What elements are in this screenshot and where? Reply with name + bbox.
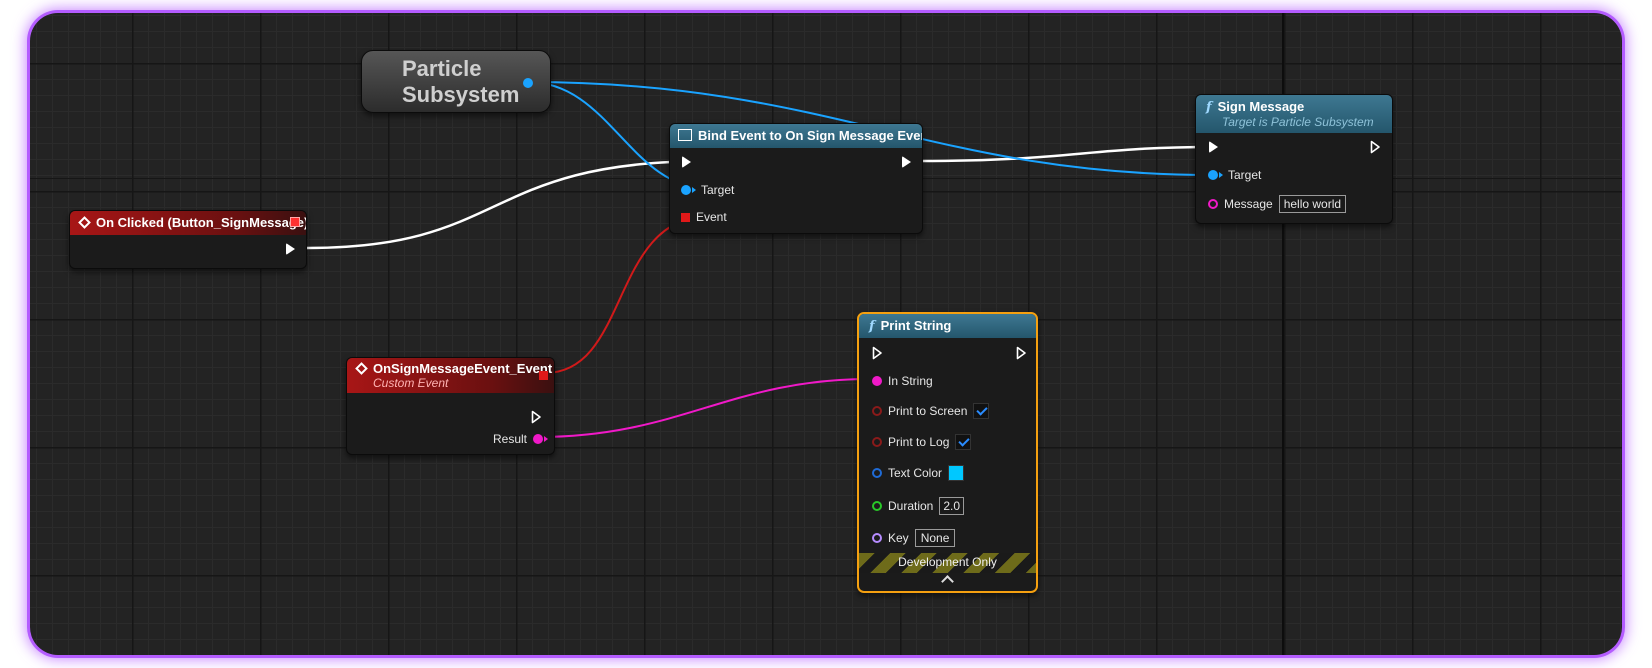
function-f-icon: f	[1206, 100, 1212, 115]
print-exec-in-pin[interactable]	[872, 346, 884, 360]
custom-event-result-pin[interactable]	[533, 434, 544, 444]
print-exec-out-pin[interactable]	[1016, 346, 1028, 360]
sign-message-title: Sign Message	[1217, 99, 1305, 114]
sign-message-label: Message	[1224, 197, 1273, 211]
duration-label: Duration	[888, 499, 934, 513]
key-input[interactable]: None	[914, 529, 956, 547]
on-clicked-title: On Clicked (Button_SignMessage)	[96, 215, 307, 230]
print-to-log-label: Print to Log	[888, 435, 950, 449]
sign-message-subtitle: Target is Particle Subsystem	[1222, 115, 1374, 129]
function-f-icon: f	[869, 319, 875, 334]
custom-event-subtitle: Custom Event	[373, 376, 449, 390]
print-to-screen-pin[interactable]	[872, 406, 882, 416]
bind-event-title: Bind Event to On Sign Message Event	[698, 128, 923, 143]
on-clicked-exec-out-pin[interactable]	[286, 243, 295, 255]
wire-result-to-instring[interactable]	[537, 378, 871, 438]
event-diamond-icon	[78, 216, 91, 229]
bind-target-pin[interactable]	[681, 185, 691, 195]
print-string-header: f Print String	[859, 314, 1036, 338]
custom-event-node[interactable]: OnSignMessageEvent_Event Custom Event Re…	[346, 357, 555, 455]
sign-exec-out-pin[interactable]	[1370, 140, 1382, 154]
wire-bind-to-sign-exec[interactable]	[919, 145, 1213, 163]
development-only-banner: Development Only	[859, 553, 1036, 573]
development-only-label: Development Only	[898, 555, 997, 569]
custom-event-result-label: Result	[493, 432, 528, 446]
sign-message-node[interactable]: f Sign Message Target is Particle Subsyst…	[1195, 94, 1393, 224]
print-instring-pin[interactable]	[872, 376, 882, 386]
custom-event-exec-out-pin[interactable]	[531, 410, 543, 424]
sign-message-header: f Sign Message Target is Particle Subsyst…	[1196, 95, 1392, 133]
particle-subsystem-node[interactable]: Particle Subsystem	[361, 50, 551, 113]
wire-customevent-to-bind-event[interactable]	[544, 215, 711, 374]
text-color-pin[interactable]	[872, 468, 882, 478]
pin-arrow-icon	[692, 187, 696, 193]
bind-event-node[interactable]: Bind Event to On Sign Message Event Targ…	[669, 123, 923, 234]
duration-pin[interactable]	[872, 501, 882, 511]
custom-event-header: OnSignMessageEvent_Event Custom Event	[347, 358, 554, 393]
print-instring-label: In String	[888, 374, 933, 388]
custom-event-result-row[interactable]: Result	[493, 432, 553, 446]
sign-target-label: Target	[1228, 168, 1262, 182]
collapse-chevron-up-icon[interactable]	[941, 575, 954, 588]
on-clicked-header: On Clicked (Button_SignMessage)	[70, 211, 306, 235]
print-to-screen-checkbox[interactable]	[973, 403, 990, 419]
bind-exec-out-pin[interactable]	[902, 156, 911, 168]
sign-message-value-input[interactable]: hello world	[1278, 195, 1347, 213]
bind-exec-in-pin[interactable]	[682, 156, 691, 168]
text-color-row[interactable]: Text Color	[872, 465, 965, 481]
pin-arrow-icon	[1219, 172, 1223, 178]
bind-event-delegate-pin[interactable]	[681, 212, 690, 222]
text-color-label: Text Color	[888, 466, 943, 480]
bind-event-pin-row[interactable]: Event	[681, 210, 727, 224]
print-string-title: Print String	[880, 318, 952, 333]
blueprint-graph-canvas[interactable]: Particle Subsystem On Clicked (Button_Si…	[30, 13, 1622, 655]
sign-target-pin-row[interactable]: Target	[1208, 168, 1261, 182]
print-to-screen-row[interactable]: Print to Screen	[872, 403, 990, 419]
key-row[interactable]: Key None	[872, 529, 956, 547]
sign-message-pin-row[interactable]: Message hello world	[1208, 195, 1347, 213]
on-clicked-node[interactable]: On Clicked (Button_SignMessage)	[69, 210, 307, 269]
subsystem-output-pin[interactable]	[523, 78, 533, 88]
print-to-log-pin[interactable]	[872, 437, 882, 447]
event-diamond-icon	[355, 362, 368, 375]
sign-message-string-pin[interactable]	[1208, 199, 1218, 209]
wire-onclicked-to-bind-exec[interactable]	[306, 159, 711, 250]
delegate-output-pin[interactable]	[290, 217, 300, 227]
duration-input[interactable]: 2.0	[939, 497, 965, 515]
text-color-swatch[interactable]	[948, 465, 965, 481]
bind-target-pin-row[interactable]: Target	[681, 183, 734, 197]
print-instring-row[interactable]: In String	[872, 374, 933, 388]
bind-event-icon	[678, 129, 692, 141]
particle-subsystem-title: Particle Subsystem	[402, 56, 520, 107]
custom-event-title: OnSignMessageEvent_Event	[373, 361, 553, 376]
print-to-screen-label: Print to Screen	[888, 404, 968, 418]
duration-row[interactable]: Duration 2.0	[872, 497, 965, 515]
custom-event-delegate-pin[interactable]	[539, 371, 548, 380]
sign-exec-in-pin[interactable]	[1209, 141, 1218, 153]
key-pin[interactable]	[872, 533, 882, 543]
key-label: Key	[888, 531, 909, 545]
print-to-log-checkbox[interactable]	[955, 434, 972, 450]
print-string-node[interactable]: f Print String In String Print to Screen …	[857, 312, 1038, 593]
print-to-log-row[interactable]: Print to Log	[872, 434, 972, 450]
bind-event-header: Bind Event to On Sign Message Event	[670, 124, 922, 148]
bind-target-label: Target	[701, 183, 735, 197]
bind-event-label: Event	[696, 210, 727, 224]
sign-target-pin[interactable]	[1208, 170, 1218, 180]
pin-arrow-icon	[544, 436, 549, 442]
